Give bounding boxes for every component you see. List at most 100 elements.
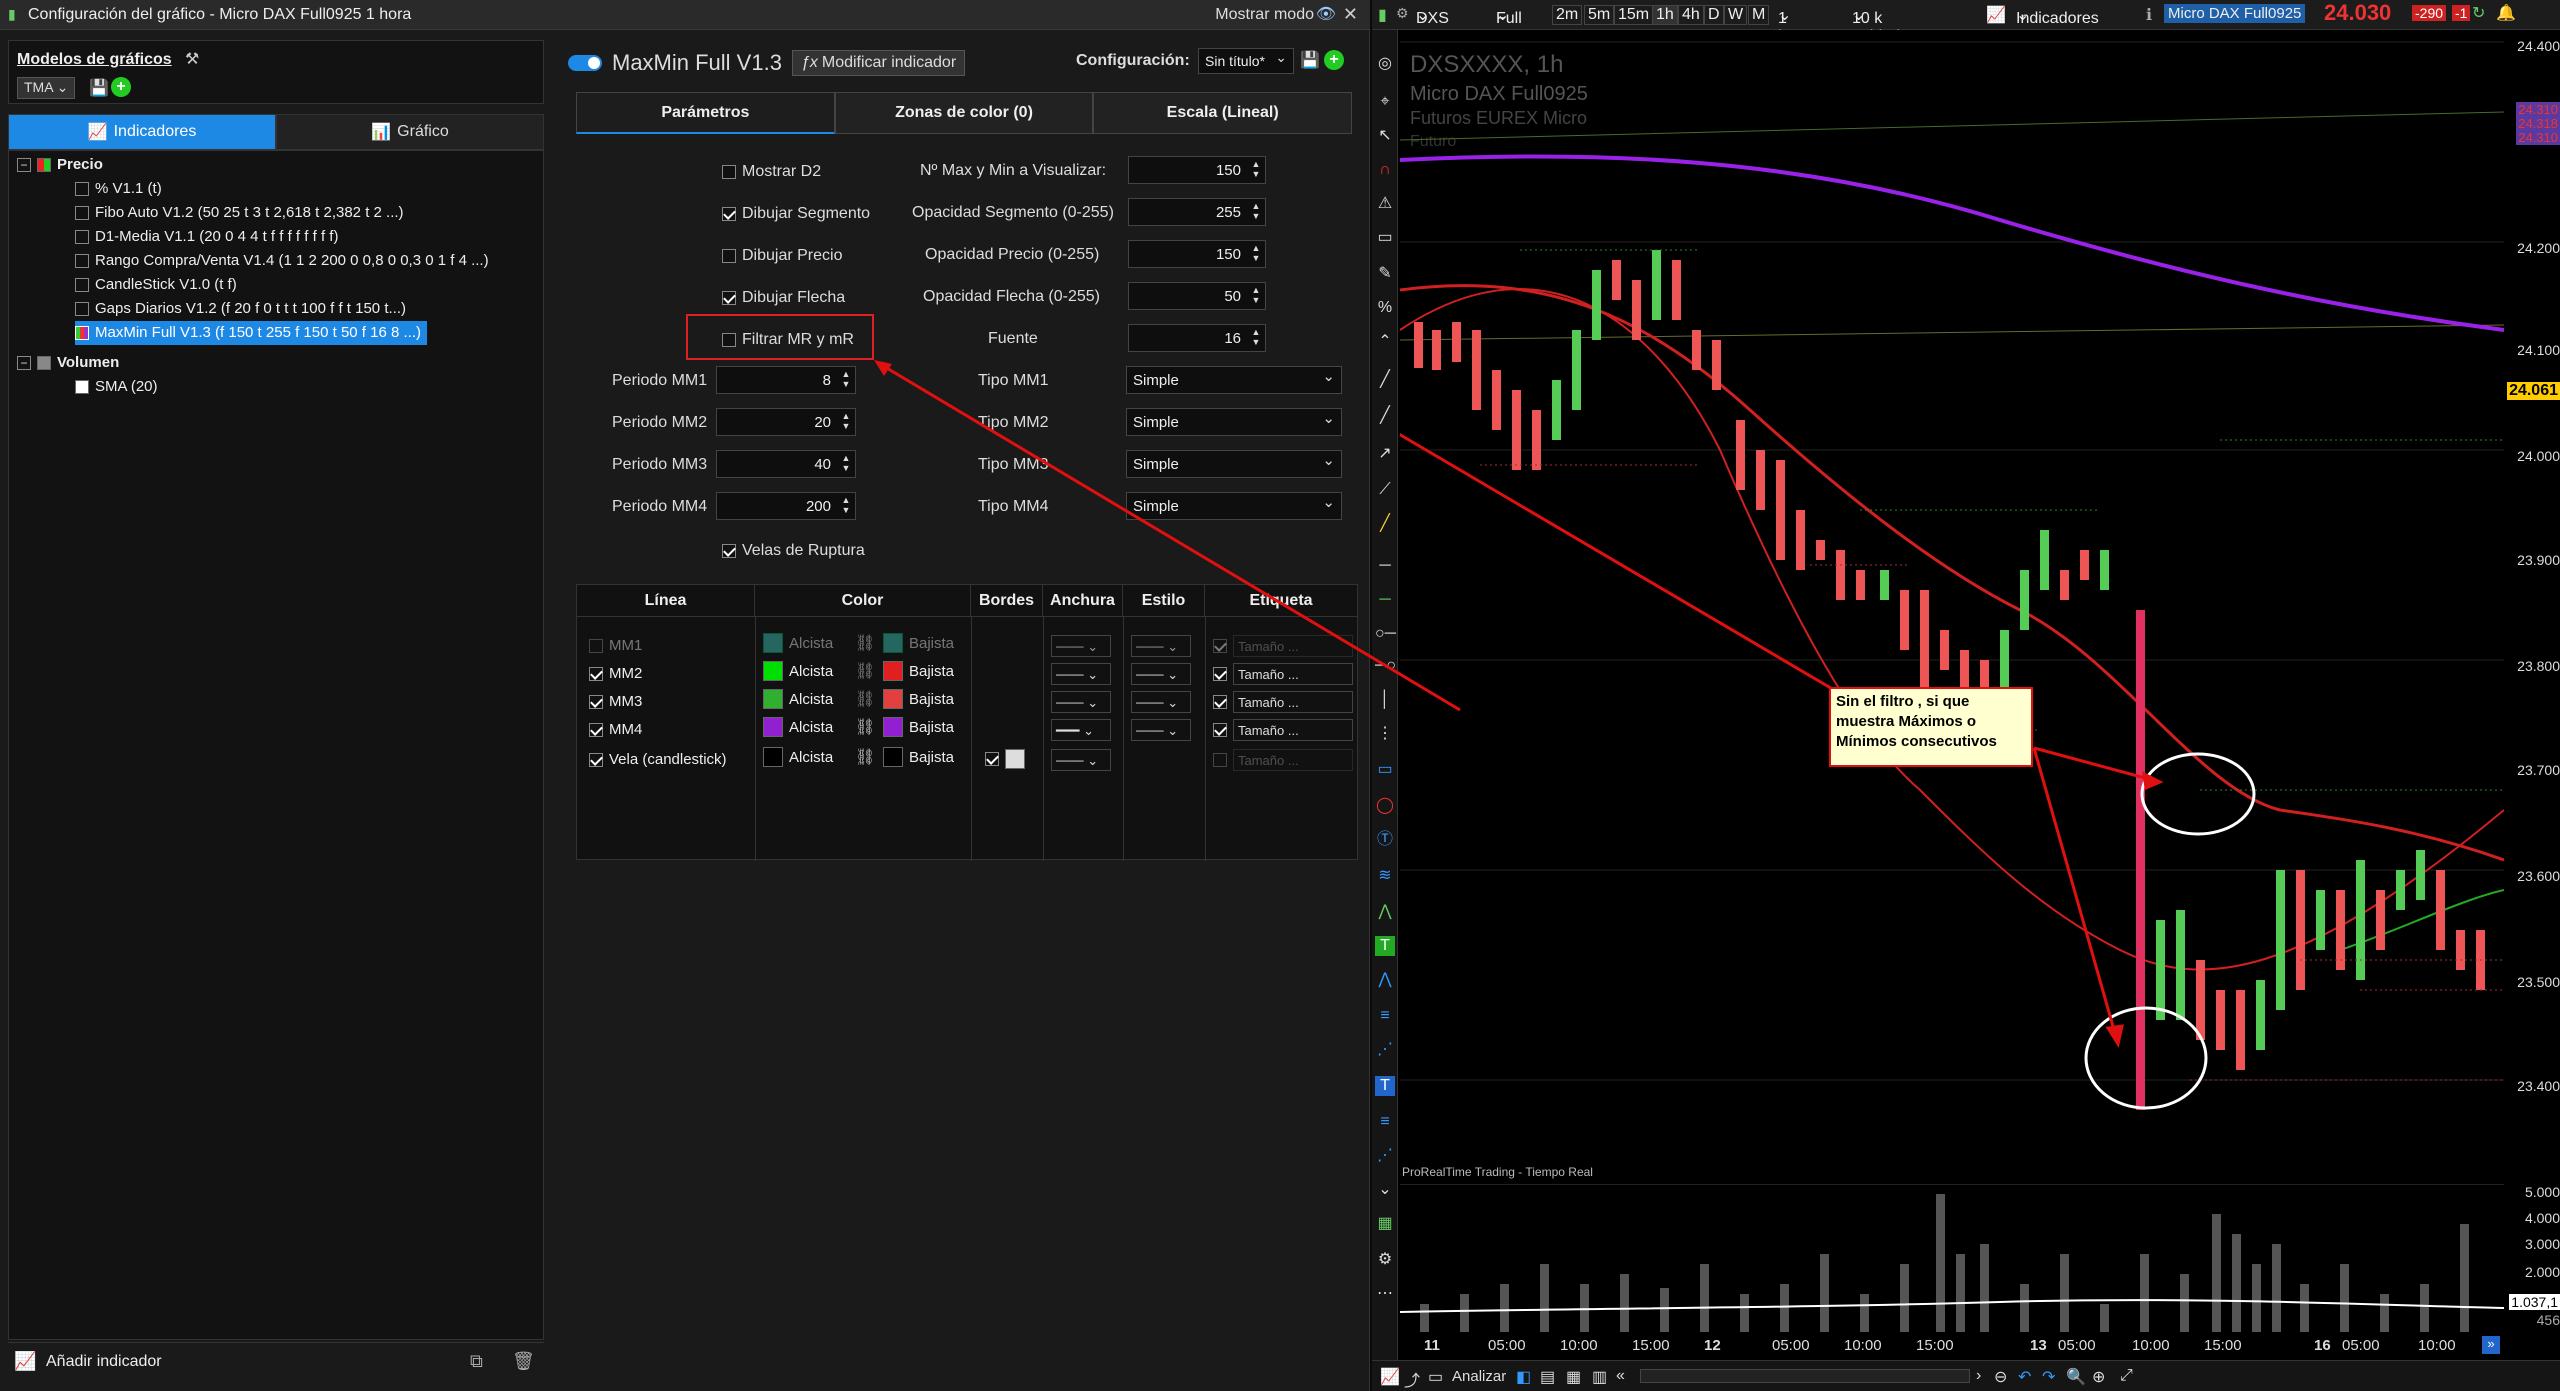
tf-2m[interactable]: 2m (1552, 5, 1583, 25)
segment-icon[interactable]: ⟋ (1375, 480, 1395, 500)
hline-icon[interactable]: ─ (1375, 556, 1395, 576)
param-velas-ruptura[interactable]: Velas de Ruptura (722, 542, 865, 560)
row-vela-borders[interactable] (985, 749, 1031, 769)
spinner-icon[interactable]: ▲ ▼ (839, 453, 853, 475)
trendline-icon[interactable]: ╱ (1375, 370, 1395, 390)
swatch-up-mm1[interactable] (763, 633, 783, 653)
vray-icon[interactable]: ⋮ (1375, 724, 1395, 744)
param-input-op-segmento[interactable]: 255 ▲ ▼ (1128, 198, 1266, 226)
link-icon[interactable]: ⛓ (855, 633, 875, 653)
row-mm4-style[interactable]: ─── ⌄ (1131, 719, 1191, 741)
spinner-icon[interactable]: ▲ ▼ (1249, 327, 1263, 349)
camera-icon[interactable]: ◎ (1375, 54, 1395, 74)
tool-icon-2[interactable]: ▤ (1540, 1367, 1555, 1387)
analyze-button[interactable]: Analizar (1452, 1368, 1506, 1385)
crosshair-icon[interactable]: ⌖ (1375, 92, 1395, 112)
refresh-icon[interactable]: ↻ (2472, 3, 2485, 23)
text-icon[interactable]: Ⓣ (1375, 830, 1395, 850)
type-select-mm2[interactable]: Simple (1126, 408, 1342, 436)
param-input-op-flecha[interactable]: 50 ▲ ▼ (1128, 282, 1266, 310)
swatch-down-mm3[interactable] (883, 689, 903, 709)
config-select[interactable]: Sin título* (1198, 48, 1294, 74)
tab-zonas-color[interactable]: Zonas de color (0) (834, 92, 1094, 134)
tool-icon-4[interactable]: ▥ (1592, 1367, 1607, 1387)
row-mm4-width[interactable]: ━━━ ⌄ (1051, 719, 1111, 741)
redo-icon[interactable]: ↷ (2042, 1367, 2055, 1387)
row-mm2-up[interactable]: Alcista (763, 661, 833, 681)
vline-icon[interactable]: │ (1375, 690, 1395, 710)
more-tools-icon[interactable]: ⌄ (1375, 1180, 1395, 1200)
add-model-icon[interactable]: + (111, 77, 131, 97)
pattern-icon[interactable]: ⋀ (1375, 970, 1395, 990)
tree-item-volumen[interactable]: − Volumen (17, 351, 119, 375)
hray-left-icon[interactable]: ─○ (1375, 656, 1396, 676)
hline-green-icon[interactable]: ─ (1375, 590, 1395, 610)
fib-icon[interactable]: ⌃ (1375, 332, 1395, 352)
swatch-up-vela[interactable] (763, 747, 783, 767)
row-mm2-width[interactable]: ─── ⌄ (1051, 663, 1111, 685)
chart-icon[interactable]: 📈 (1380, 1367, 1400, 1387)
channel-icon[interactable]: ⋰ (1375, 1040, 1395, 1060)
tf-4h[interactable]: 4h (1678, 5, 1704, 25)
range-select[interactable]: Full ⌄ (1496, 5, 1522, 27)
row-mm3-up[interactable]: Alcista (763, 689, 833, 709)
swatch-down-vela[interactable] (883, 747, 903, 767)
link-icon[interactable]: ⛓ (855, 689, 875, 709)
tool-icon-1[interactable]: ◧ (1516, 1367, 1531, 1387)
template-select[interactable]: TMA ⌄ (17, 77, 76, 99)
row-vela-check[interactable]: Vela (candlestick) (589, 751, 727, 768)
period-input-mm4[interactable]: 200 ▲ ▼ (716, 492, 856, 520)
window-icon[interactable]: ▭ (1428, 1367, 1443, 1387)
param-dibujar-precio[interactable]: Dibujar Precio (722, 247, 842, 265)
bell-icon[interactable]: 🔔 (2496, 3, 2516, 23)
config-save-icon[interactable]: 💾 (1300, 50, 1320, 70)
param-filtrar-mr[interactable]: Filtrar MR y mR (722, 331, 854, 349)
param-mostrar-d2[interactable]: Mostrar D2 (722, 163, 821, 181)
row-vela-width[interactable]: ─── ⌄ (1051, 749, 1111, 771)
swatch-up-mm4[interactable] (763, 717, 783, 737)
tool-icon-3[interactable]: ▦ (1566, 1367, 1581, 1387)
cursor-icon[interactable]: ↖ (1375, 126, 1395, 146)
param-input-op-precio[interactable]: 150 ▲ ▼ (1128, 240, 1266, 268)
label-icon[interactable]: T (1375, 936, 1395, 956)
swatch-border-vela[interactable] (1005, 749, 1025, 769)
zoom-in-icon[interactable]: ⊕ (2092, 1367, 2105, 1387)
scroll-right-small-icon[interactable]: › (1976, 1367, 1981, 1385)
hray-icon[interactable]: ○─ (1375, 624, 1396, 644)
spinner-icon[interactable]: ▲ ▼ (1249, 159, 1263, 181)
swatch-up-mm2[interactable] (763, 661, 783, 681)
add-indicator-icon[interactable]: 📈 (14, 1351, 36, 1372)
line-icon[interactable]: ╱ (1375, 406, 1395, 426)
note-icon[interactable]: T (1375, 1076, 1395, 1096)
spinner-icon[interactable]: ▲ ▼ (1249, 201, 1263, 223)
tf-15m[interactable]: 15m (1614, 5, 1654, 25)
link-icon[interactable]: ⛓ (855, 661, 875, 681)
row-mm4-down[interactable]: Bajista (883, 717, 954, 737)
magnet-icon[interactable]: ∩ (1375, 160, 1395, 180)
swatch-down-mm4[interactable] (883, 717, 903, 737)
price-chart[interactable]: DXSXXXX, 1h Micro DAX Full0925 Futuros E… (1400, 30, 2504, 1180)
period-input-mm1[interactable]: 8 ▲ ▼ (716, 366, 856, 394)
row-mm1-up[interactable]: Alcista (763, 633, 833, 653)
link-icon[interactable]: ⛓ (855, 717, 875, 737)
row-vela-label[interactable]: Tamaño ... (1213, 749, 1353, 771)
row-mm1-down[interactable]: Bajista (883, 633, 954, 653)
scroll-right-icon[interactable]: » (2482, 1336, 2500, 1354)
row-mm3-label[interactable]: Tamaño ... (1213, 691, 1353, 713)
tree-item-fibo[interactable]: Fibo Auto V1.2 (50 25 t 3 t 2,618 t 2,38… (75, 201, 404, 225)
units-select[interactable]: 10 k unidades ⌄ (1852, 5, 1917, 45)
spinner-icon[interactable]: ▲ ▼ (839, 495, 853, 517)
fit-icon[interactable]: ⤢ (2120, 1367, 2133, 1385)
type-select-mm1[interactable]: Simple (1126, 366, 1342, 394)
modify-indicator-button[interactable]: ƒx Modificar indicador (791, 50, 966, 76)
tree-item-percent[interactable]: % V1.1 (t) (75, 177, 162, 201)
ruler-icon[interactable]: ▭ (1375, 228, 1395, 248)
close-icon[interactable]: ✕ (1343, 4, 1358, 25)
swatch-up-mm3[interactable] (763, 689, 783, 709)
row-mm1-width[interactable]: ─── ⌄ (1051, 635, 1111, 657)
spinner-icon[interactable]: ▲ ▼ (839, 369, 853, 391)
display-mode-label[interactable]: Mostrar modo (1215, 6, 1314, 24)
wrench-icon[interactable]: ⚒ (185, 49, 199, 69)
param-dibujar-flecha[interactable]: Dibujar Flecha (722, 289, 845, 307)
type-select-mm3[interactable]: Simple (1126, 450, 1342, 478)
